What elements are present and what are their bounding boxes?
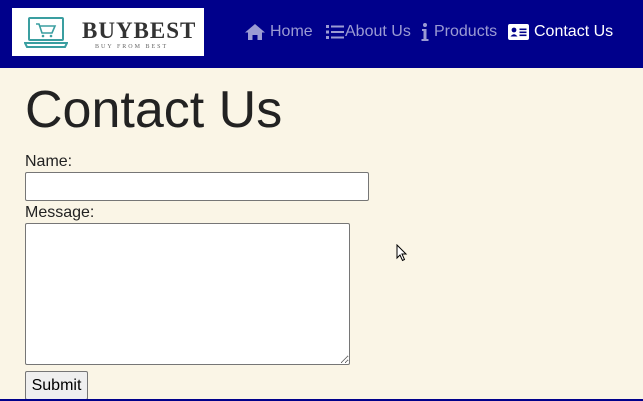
nav-link-contact-us-label: Contact Us (534, 23, 614, 40)
brand-name: BUYBEST (82, 18, 197, 43)
page-title: Contact Us (25, 81, 283, 139)
name-label: Name: (25, 153, 73, 170)
shopping-cart-laptop-icon (24, 17, 68, 48)
brand-tagline: BUY FROM BEST (95, 44, 169, 50)
nav-link-about-us-label: About Us (345, 23, 411, 40)
contact-card-icon (508, 24, 529, 40)
nav-link-home-label: Home (270, 23, 313, 40)
nav-link-home[interactable]: Home (244, 20, 313, 44)
nav-link-contact-us[interactable]: Contact Us (508, 20, 613, 44)
home-icon (245, 24, 265, 40)
mouse-pointer-icon (396, 244, 408, 262)
brand-logo[interactable]: BUYBEST BUY FROM BEST (12, 8, 204, 56)
nav-link-products[interactable]: Products (420, 20, 497, 44)
nav-link-products-label: Products (434, 23, 498, 40)
info-icon (421, 23, 429, 41)
submit-button[interactable]: Submit (25, 371, 88, 400)
message-textarea[interactable] (25, 223, 350, 365)
name-input[interactable] (25, 172, 369, 201)
navbar: BUYBEST BUY FROM BEST Home About Us Prod… (0, 0, 643, 68)
list-icon (326, 25, 344, 39)
nav-link-about-us[interactable]: About Us (326, 20, 411, 44)
message-label: Message: (25, 204, 95, 221)
